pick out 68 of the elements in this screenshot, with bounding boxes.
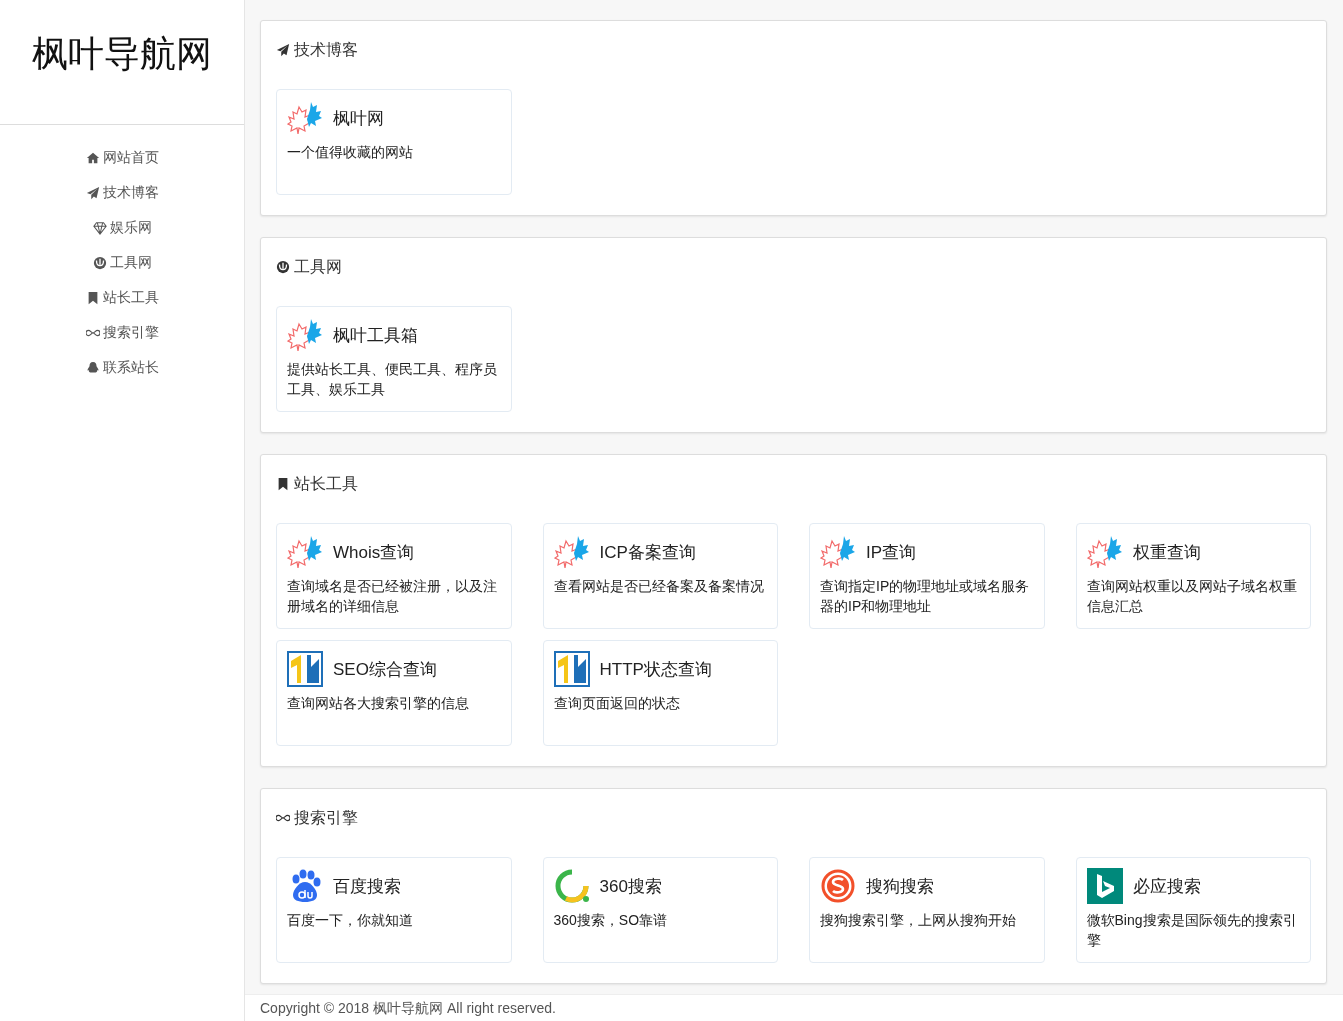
section-title: 搜索引擎 [294,807,358,828]
site-card[interactable]: 百度搜索 百度一下，你就知道 [276,857,512,963]
site-card[interactable]: HTTP状态查询 查询页面返回的状态 [542,640,778,746]
site-name: 枫叶网 [333,107,384,130]
tile-logo-icon [553,651,590,687]
site-name: ICP备案查询 [599,541,696,564]
site-name: SEO综合查询 [333,658,437,681]
paper-plane-icon [85,185,100,200]
maple-leaf-icon [553,534,590,570]
site-card[interactable]: 搜狗搜索 搜狗搜索引擎，上网从搜狗开始 [809,857,1045,963]
site-description: 查看网站是否已经备案及备案情况 [553,577,765,596]
site-description: 查询指定IP的物理地址或域名服务器的IP和物理地址 [820,577,1031,616]
site-card[interactable]: 360搜索 360搜索，SO靠谱 [542,857,778,963]
site-description: 一个值得收藏的网站 [287,143,414,162]
home-icon [85,150,100,165]
nav-link[interactable]: 搜索引擎 [85,315,159,350]
nav-link[interactable]: 技术博客 [85,175,159,210]
section-title: 工具网 [294,256,342,277]
site-name: Whois查询 [333,541,415,564]
site-card[interactable]: IP查询 查询指定IP的物理地址或域名服务器的IP和物理地址 [809,523,1045,629]
penguin-icon [85,360,100,375]
site-name: 权重查询 [1132,541,1201,564]
site-card[interactable]: SEO综合查询 查询网站各大搜索引擎的信息 [276,640,512,746]
site-description: 查询网站各大搜索引擎的信息 [287,694,470,713]
nav-link[interactable]: 站长工具 [85,280,159,315]
section-title: 技术博客 [294,39,358,60]
site-card[interactable]: 必应搜索 微软Bing搜索是国际领先的搜索引擎 [1075,857,1311,963]
site-description: 查询网站权重以及网站子域名权重信息汇总 [1086,577,1298,616]
site-logo[interactable]: 枫叶导航网 [0,0,244,125]
site-name: 360搜索 [599,875,662,898]
emblem-icon [92,255,107,270]
nav-link[interactable]: 娱乐网 [92,210,152,245]
site-description: 微软Bing搜索是国际领先的搜索引擎 [1086,911,1298,950]
site-card[interactable]: 枫叶工具箱 提供站长工具、便民工具、程序员工具、娱乐工具 [276,306,512,412]
site-description: 提供站长工具、便民工具、程序员工具、娱乐工具 [287,360,498,399]
copyright-text: Copyright © 2018 枫叶导航网 All right reserved. [245,994,1343,1021]
tile-logo-icon [287,651,323,687]
b-logo-icon [1086,868,1123,904]
maple-leaf-icon [1086,534,1123,570]
maple-leaf-icon [287,100,323,136]
site-description: 查询域名是否已经被注册，以及注册域名的详细信息 [287,577,498,616]
maple-leaf-icon [820,534,856,570]
site-name: 搜狗搜索 [866,875,934,898]
site-card[interactable]: 权重查询 查询网站权重以及网站子域名权重信息汇总 [1075,523,1311,629]
site-description: 百度一下，你就知道 [287,911,414,930]
nav-link[interactable]: 网站首页 [85,140,159,175]
site-description: 查询页面返回的状态 [553,694,681,713]
site-card[interactable]: ICP备案查询 查看网站是否已经备案及备案情况 [542,523,778,629]
site-name: 百度搜索 [333,875,401,898]
paper-plane-icon [276,43,290,57]
emblem-icon [276,260,290,274]
ring-icon [553,868,590,904]
nav-link[interactable]: 工具网 [92,245,152,280]
section-title: 站长工具 [294,473,358,494]
site-card[interactable]: Whois查询 查询域名是否已经被注册，以及注册域名的详细信息 [276,523,512,629]
diamond-icon [92,220,107,235]
maple-leaf-icon [287,534,323,570]
nav-link[interactable]: 联系站长 [85,350,159,385]
site-description: 360搜索，SO靠谱 [553,911,669,930]
site-name: 必应搜索 [1132,875,1201,898]
site-name: HTTP状态查询 [599,658,712,681]
site-card[interactable]: 枫叶网 一个值得收藏的网站 [276,89,512,195]
site-name: IP查询 [866,541,917,564]
s-circle-icon [820,868,856,904]
bookmark-icon [276,477,290,491]
site-description: 搜狗搜索引擎，上网从搜狗开始 [820,911,1017,930]
maple-leaf-icon [287,317,323,353]
site-name: 枫叶工具箱 [333,324,418,347]
